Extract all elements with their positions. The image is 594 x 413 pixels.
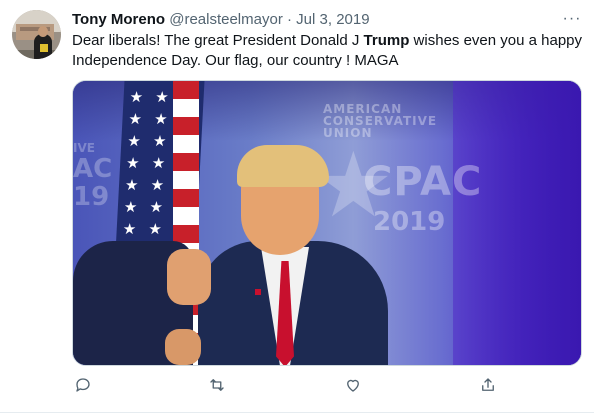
tweet-text-bold: Trump: [363, 32, 410, 49]
tweet-header: Tony Moreno @realsteelmayor · Jul 3, 201…: [72, 10, 370, 30]
tweet-actions: [72, 374, 582, 398]
more-options-icon[interactable]: ···: [561, 10, 583, 30]
reply-icon: [76, 378, 90, 392]
retweet-button[interactable]: [206, 374, 228, 396]
tweet-date[interactable]: Jul 3, 2019: [296, 11, 369, 28]
retweet-icon: [210, 379, 224, 391]
share-icon: [482, 378, 494, 391]
tweet-image[interactable]: IVE AC 19 ★ AMERICAN CONSERVATIVE UNION …: [72, 80, 582, 366]
author-name[interactable]: Tony Moreno: [72, 11, 165, 28]
separator: ·: [287, 11, 292, 28]
hand-shape-lower: [165, 329, 201, 365]
heart-icon: [347, 379, 359, 392]
like-button[interactable]: [342, 374, 364, 396]
avatar[interactable]: [12, 10, 61, 59]
author-handle[interactable]: @realsteelmayor: [169, 11, 283, 28]
cpac-year: 2019: [373, 207, 446, 237]
cpac-logo-text: CPAC: [363, 159, 483, 205]
share-button[interactable]: [477, 374, 499, 396]
lapel-pin: [255, 289, 261, 295]
hand-shape: [167, 249, 211, 305]
tweet-text: Dear liberals! The great President Donal…: [72, 31, 582, 71]
background-text-left: IVE AC 19: [73, 141, 113, 212]
reply-button[interactable]: [72, 374, 94, 396]
hair-shape: [237, 145, 329, 187]
cpac-subtitle: AMERICAN CONSERVATIVE UNION: [323, 102, 438, 140]
tweet[interactable]: Tony Moreno @realsteelmayor · Jul 3, 201…: [0, 0, 594, 413]
tweet-text-start: Dear liberals! The great President Donal…: [72, 32, 364, 49]
